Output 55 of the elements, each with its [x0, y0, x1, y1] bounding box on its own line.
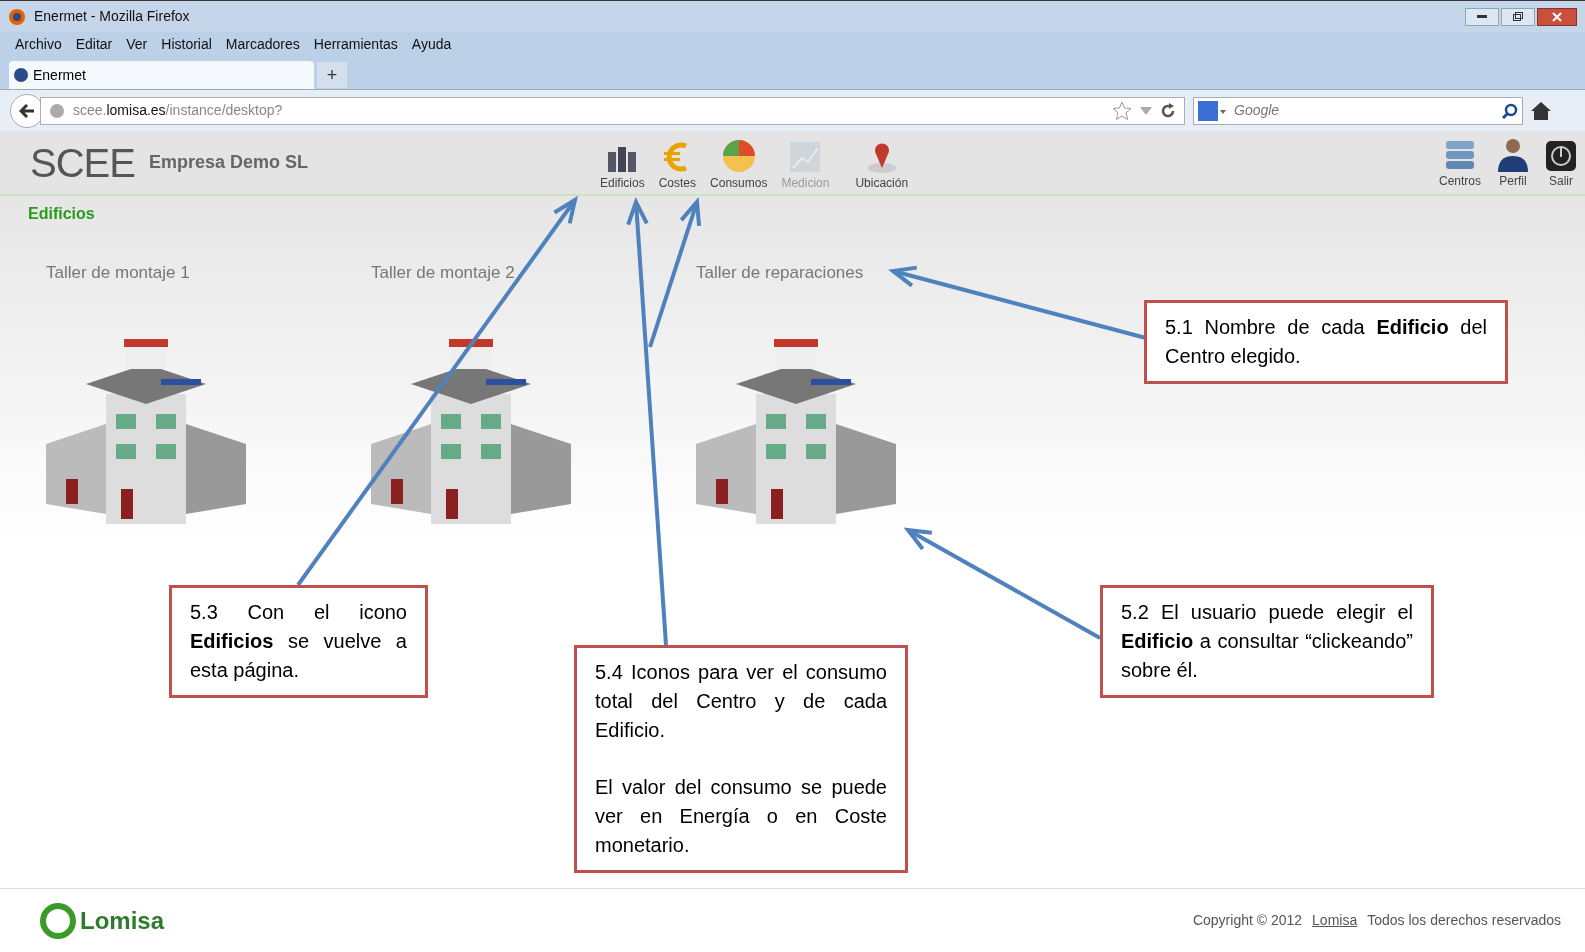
toolbar-button[interactable]: Salir	[1545, 139, 1577, 190]
callout-text: 5.2 El usuario puede elegir el Edificio a consultar “clickeando” sobre él.	[1121, 600, 1413, 683]
copyright-text: Copyright © 2012	[1192, 911, 1303, 930]
browser-tab[interactable]: Enermet	[9, 61, 314, 89]
browser-logo-icon	[8, 7, 26, 26]
restore-button[interactable]	[1501, 7, 1535, 26]
menu-item[interactable]: Archivo	[15, 34, 62, 55]
company-logo-icon	[38, 900, 78, 941]
company-name: Empresa Demo SL	[148, 151, 308, 174]
site-icon	[13, 67, 29, 83]
menu-item[interactable]: Historial	[161, 34, 212, 55]
callout-text: 5.1 Nombre de cada Edificio del Centro elegido.	[1165, 315, 1487, 369]
search-field[interactable]: Google	[1234, 100, 1494, 121]
menu-item[interactable]: Ayuda	[411, 34, 452, 55]
menu-item[interactable]: Ver	[126, 34, 148, 55]
toolbar-button[interactable]: Ubicación	[853, 139, 911, 192]
app-logo: SCEE	[30, 139, 135, 187]
rights-text: Todos los derechos reservados	[1367, 911, 1561, 930]
minimize-button[interactable]	[1465, 7, 1499, 26]
home-icon[interactable]	[1531, 101, 1551, 120]
toolbar-button[interactable]: Consumos	[708, 137, 770, 192]
building-name[interactable]: Taller de montaje 2	[371, 260, 571, 286]
back-arrow-icon	[19, 103, 35, 118]
footer-link[interactable]: Lomisa	[1312, 910, 1358, 931]
pie-chart-icon	[720, 137, 757, 174]
callout-text: 5.4 Iconos para ver el consumo total del Centro y de cada Edificio.	[595, 660, 887, 743]
toolbar-button[interactable]: Centros	[1438, 137, 1481, 190]
search-icon	[1502, 102, 1518, 119]
address-bar[interactable]: scee.lomisa.es/instance/desktop?	[40, 96, 1185, 125]
window-title: Enermet - Mozilla Firefox	[34, 7, 190, 26]
reload-icon	[1160, 102, 1176, 119]
building-name[interactable]: Taller de montaje 1	[46, 260, 246, 286]
search-bar[interactable]: Google	[1193, 96, 1523, 125]
restore-icon	[1513, 12, 1523, 21]
menu-item[interactable]: Herramientas	[313, 34, 398, 55]
chart-icon	[788, 139, 823, 174]
new-tab-button[interactable]: +	[317, 62, 347, 88]
menu-item[interactable]: Editar	[75, 34, 113, 55]
search-engine-icon	[1198, 100, 1226, 121]
toolbar-button[interactable]: Costes	[656, 139, 699, 192]
callout-text: 5.3 Con el icono Edificios se vuelve a esta página.	[190, 600, 407, 683]
toolbar-button[interactable]: Perfil	[1495, 135, 1531, 190]
close-button[interactable]	[1537, 7, 1577, 26]
power-icon	[1545, 139, 1577, 172]
callout-text: El valor del consumo se puede ver en Energía o en Coste monetario.	[595, 775, 887, 858]
star-icon	[1112, 100, 1132, 121]
globe-icon	[49, 102, 65, 119]
section-title: Edificios	[28, 204, 96, 224]
footer-logo: Lomisa	[80, 905, 165, 936]
toolbar-button[interactable]: Edificios	[598, 143, 647, 192]
minimize-icon	[1477, 14, 1487, 19]
dropdown-icon	[1140, 106, 1152, 115]
close-icon	[1552, 11, 1562, 22]
menu-item[interactable]: Marcadores	[225, 34, 300, 55]
building-name[interactable]: Taller de reparaciones	[696, 260, 896, 286]
